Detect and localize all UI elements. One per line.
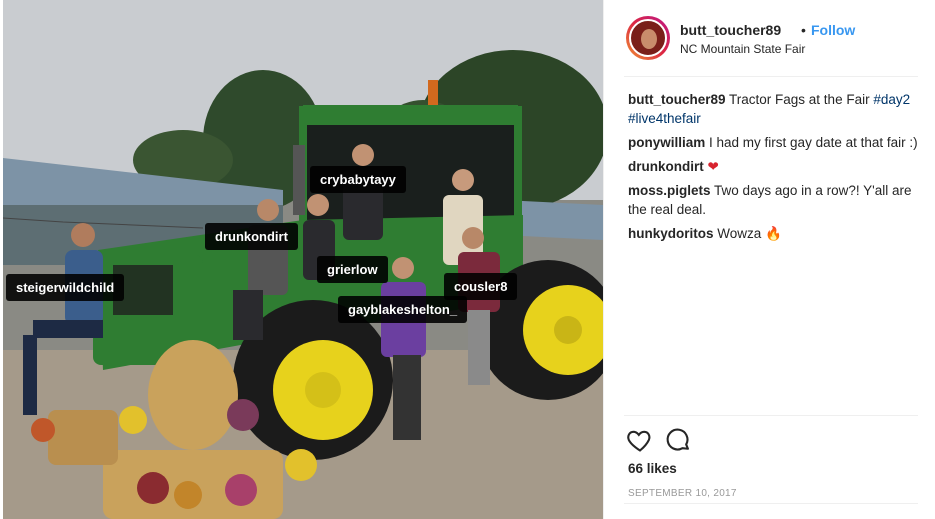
comment-item: hunkydoritos Wowza 🔥 [628,224,918,243]
comment-username[interactable]: drunkondirt [628,159,704,174]
post-actions: 66 likes SEPTEMBER 10, 2017 [624,415,918,506]
divider [624,503,918,504]
comment-username[interactable]: ponywilliam [628,135,705,150]
likes-count[interactable]: 66 likes [628,461,677,476]
caption: butt_toucher89 Tractor Fags at the Fair … [628,90,918,128]
post-date[interactable]: SEPTEMBER 10, 2017 [628,488,737,499]
post-location[interactable]: NC Mountain State Fair [680,42,805,56]
comment-item: drunkondirt ❤ [628,157,918,176]
photo-tag-gayblakeshelton[interactable]: gayblakeshelton_ [338,296,468,323]
avatar[interactable] [626,16,670,60]
comment-list: butt_toucher89 Tractor Fags at the Fair … [628,90,918,248]
photo-tag-crybabytayy[interactable]: crybabytayy [310,166,406,193]
comment-item: ponywilliam I had my first gay date at t… [628,133,918,152]
instagram-post: crybabytayy drunkondirt steigerwildchild… [0,0,935,519]
comment-text: Wowza 🔥 [717,226,782,241]
comment-username[interactable]: butt_toucher89 [628,92,726,107]
photo-tag-steigerwildchild[interactable]: steigerwildchild [6,274,125,301]
comment-username[interactable]: moss.piglets [628,183,711,198]
post-username[interactable]: butt_toucher89 [680,22,781,38]
follow-button[interactable]: Follow [811,22,855,38]
post-photo[interactable]: crybabytayy drunkondirt steigerwildchild… [3,0,603,519]
photo-tag-grierlow[interactable]: grierlow [317,256,388,283]
post-header: butt_toucher89 • Follow NC Mountain Stat… [624,14,918,77]
separator-dot: • [801,22,806,38]
comment-item: moss.piglets Two days ago in a row?! Y'a… [628,181,918,219]
comment-icon[interactable] [664,426,692,454]
heart-icon[interactable] [626,426,654,454]
post-sidebar: butt_toucher89 • Follow NC Mountain Stat… [603,0,935,519]
comment-username[interactable]: hunkydoritos [628,226,714,241]
comment-text: I had my first gay date at that fair :) [709,135,918,150]
comment-text: Tractor Fags at the Fair [729,92,874,107]
photo-illustration [3,0,603,519]
comment-text: ❤ [707,159,719,174]
photo-tag-drunkondirt[interactable]: drunkondirt [205,223,298,250]
